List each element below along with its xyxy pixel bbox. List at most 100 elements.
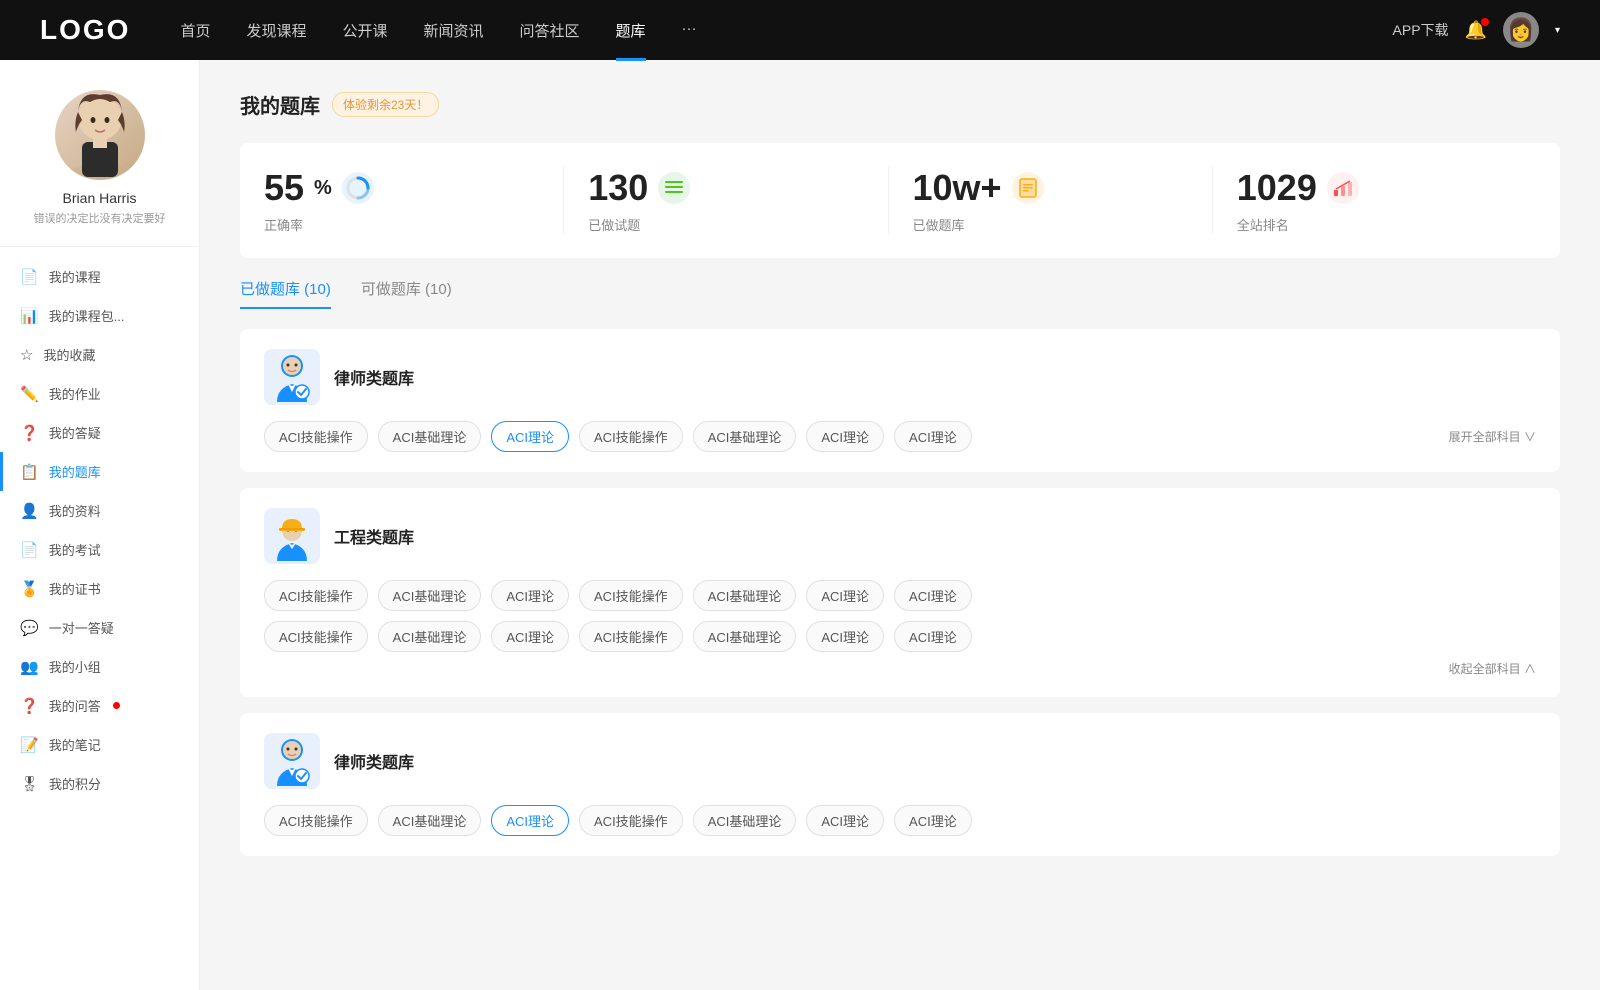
navbar-right: APP下载 🔔 👩 ▾ [1393,12,1560,48]
tag-3-5[interactable]: ACI基础理论 [693,805,797,836]
nav-item-more[interactable]: ··· [682,20,697,41]
tag-2-4[interactable]: ACI技能操作 [579,580,683,611]
bank-header-lawyer-1: 律师类题库 [264,349,1536,405]
tag-2-10[interactable]: ACI理论 [491,621,569,652]
notification-bell-icon[interactable]: 🔔 [1465,20,1487,41]
nav-item-discover[interactable]: 发现课程 [246,20,306,41]
done-questions-icon [658,172,690,204]
bank-icon-lawyer-2 [264,733,320,789]
tag-2-14[interactable]: ACI理论 [894,621,972,652]
certificate-icon: 🏅 [20,580,39,598]
sidebar-item-my-qa[interactable]: ❓ 我的问答 [0,686,199,725]
tag-1-4[interactable]: ACI技能操作 [579,421,683,452]
tags-row-lawyer-2: ACI技能操作 ACI基础理论 ACI理论 ACI技能操作 ACI基础理论 AC… [264,805,1536,836]
sidebar-item-homework[interactable]: ✏️ 我的作业 [0,374,199,413]
book-icon [1016,176,1040,200]
tag-2-13[interactable]: ACI理论 [806,621,884,652]
nav-item-home[interactable]: 首页 [180,20,210,41]
stat-accuracy-label: 正确率 [264,215,303,234]
sidebar-item-group[interactable]: 👥 我的小组 [0,647,199,686]
sidebar-item-exam[interactable]: 📄 我的考试 [0,530,199,569]
expand-link-1[interactable]: 展开全部科目 ∨ [1449,428,1536,445]
collapse-link[interactable]: 收起全部科目 ∧ [264,660,1536,677]
tag-1-2[interactable]: ACI基础理论 [378,421,482,452]
stat-accuracy-row: 55 % [264,167,374,209]
nav-item-open-course[interactable]: 公开课 [342,20,387,41]
tag-1-1[interactable]: ACI技能操作 [264,421,368,452]
chart-icon [1331,176,1355,200]
avatar-svg [60,90,140,180]
tag-1-3[interactable]: ACI理论 [491,421,569,452]
bank-header-lawyer-2: 律师类题库 [264,733,1536,789]
qa-notification-dot [113,702,120,709]
tag-2-2[interactable]: ACI基础理论 [378,580,482,611]
tags-row-lawyer-1: ACI技能操作 ACI基础理论 ACI理论 ACI技能操作 ACI基础理论 AC… [264,421,1536,452]
bank-header-engineer: 工程类题库 [264,508,1536,564]
course-icon: 📄 [20,268,39,286]
tag-3-3[interactable]: ACI理论 [491,805,569,836]
profile-icon: 👤 [20,502,39,520]
tab-available-banks[interactable]: 可做题库 (10) [361,278,452,309]
bank-title-engineer: 工程类题库 [334,524,414,548]
notification-dot [1481,18,1489,26]
tag-1-5[interactable]: ACI基础理论 [693,421,797,452]
tag-1-7[interactable]: ACI理论 [894,421,972,452]
bank-section-lawyer-1: 律师类题库 ACI技能操作 ACI基础理论 ACI理论 ACI技能操作 ACI基… [240,329,1560,472]
page-wrapper: Brian Harris 错误的决定比没有决定要好 📄 我的课程 📊 我的课程包… [0,60,1600,990]
sidebar-item-profile[interactable]: 👤 我的资料 [0,491,199,530]
sidebar-item-favorites[interactable]: ☆ 我的收藏 [0,335,199,374]
sidebar-item-notes[interactable]: 📝 我的笔记 [0,725,199,764]
sidebar-item-bank[interactable]: 📋 我的题库 [0,452,199,491]
points-icon: 🎖 [20,775,39,793]
tag-2-3[interactable]: ACI理论 [491,580,569,611]
logo: LOGO [40,14,130,46]
tags-row-engineer-2: ACI技能操作 ACI基础理论 ACI理论 ACI技能操作 ACI基础理论 AC… [264,621,1536,652]
stat-done-banks: 10w+ 已做题库 [889,167,1213,234]
tag-2-1[interactable]: ACI技能操作 [264,580,368,611]
tag-3-6[interactable]: ACI理论 [806,805,884,836]
tag-1-6[interactable]: ACI理论 [806,421,884,452]
stat-done-questions-value: 130 [588,167,648,209]
bank-icon: 📋 [20,463,39,481]
lawyer-icon-svg-1 [269,352,315,402]
list-icon [662,176,686,200]
stat-accuracy-value: 55 [264,167,304,209]
stat-done-questions-label: 已做试题 [588,215,640,234]
avatar[interactable]: 👩 [1503,12,1539,48]
tag-2-7[interactable]: ACI理论 [894,580,972,611]
chevron-down-icon[interactable]: ▾ [1555,25,1560,36]
tag-2-5[interactable]: ACI基础理论 [693,580,797,611]
profile-section: Brian Harris 错误的决定比没有决定要好 [0,90,199,247]
sidebar-item-certificate[interactable]: 🏅 我的证书 [0,569,199,608]
tag-2-8[interactable]: ACI技能操作 [264,621,368,652]
sidebar-item-course-pkg[interactable]: 📊 我的课程包... [0,296,199,335]
nav-item-bank[interactable]: 题库 [616,20,646,41]
tag-2-6[interactable]: ACI理论 [806,580,884,611]
group-icon: 👥 [20,658,39,676]
homework-icon: ✏️ [20,385,39,403]
tag-3-4[interactable]: ACI技能操作 [579,805,683,836]
avatar-image [55,90,145,180]
done-banks-icon [1012,172,1044,204]
tag-2-9[interactable]: ACI基础理论 [378,621,482,652]
tag-3-7[interactable]: ACI理论 [894,805,972,836]
tab-done-banks[interactable]: 已做题库 (10) [240,278,331,309]
tag-2-12[interactable]: ACI基础理论 [693,621,797,652]
bank-header-left-1: 律师类题库 [264,349,414,405]
nav-item-qa[interactable]: 问答社区 [520,20,580,41]
sidebar-item-qa-answer[interactable]: ❓ 我的答疑 [0,413,199,452]
tag-2-11[interactable]: ACI技能操作 [579,621,683,652]
tag-3-2[interactable]: ACI基础理论 [378,805,482,836]
bank-title-lawyer-2: 律师类题库 [334,749,414,773]
sidebar-item-points[interactable]: 🎖 我的积分 [0,764,199,803]
tag-3-1[interactable]: ACI技能操作 [264,805,368,836]
app-download-button[interactable]: APP下载 [1393,20,1449,40]
bank-icon-engineer [264,508,320,564]
sidebar-item-tutor[interactable]: 💬 一对一答疑 [0,608,199,647]
stat-done-banks-row: 10w+ [913,167,1044,209]
sidebar: Brian Harris 错误的决定比没有决定要好 📄 我的课程 📊 我的课程包… [0,60,200,990]
sidebar-menu: 📄 我的课程 📊 我的课程包... ☆ 我的收藏 ✏️ 我的作业 ❓ 我的答疑 … [0,257,199,803]
bank-icon-lawyer-1 [264,349,320,405]
sidebar-item-course[interactable]: 📄 我的课程 [0,257,199,296]
nav-item-news[interactable]: 新闻资讯 [424,20,484,41]
